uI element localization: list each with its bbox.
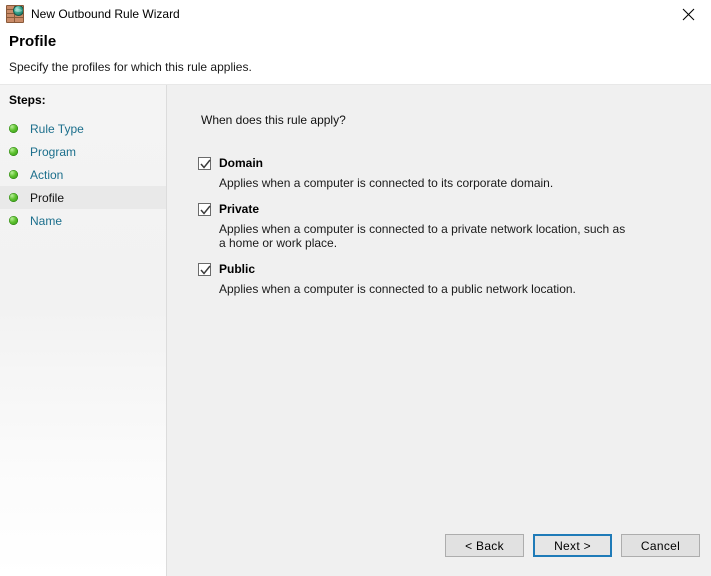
checkmark-icon (200, 205, 211, 215)
option-domain: Domain Applies when a computer is connec… (198, 156, 693, 190)
step-bullet-icon (9, 147, 18, 156)
option-public: Public Applies when a computer is connec… (198, 262, 693, 296)
back-button[interactable]: < Back (445, 534, 524, 557)
option-private-row[interactable]: Private (198, 202, 693, 217)
sidebar-item-program[interactable]: Program (0, 140, 166, 163)
domain-checkbox[interactable] (198, 157, 211, 170)
sidebar-item-label: Rule Type (30, 121, 84, 136)
option-public-row[interactable]: Public (198, 262, 693, 277)
question-text: When does this rule apply? (201, 113, 346, 127)
steps-sidebar: Steps: Rule Type Program Action Profile … (0, 85, 167, 576)
sidebar-item-label: Profile (30, 190, 65, 205)
next-button[interactable]: Next > (533, 534, 612, 557)
public-checkbox[interactable] (198, 263, 211, 276)
option-private: Private Applies when a computer is conne… (198, 202, 693, 250)
sidebar-item-profile[interactable]: Profile (0, 186, 166, 209)
sidebar-item-label: Action (30, 167, 64, 182)
option-label: Private (219, 202, 260, 216)
step-bullet-icon (9, 170, 18, 179)
checkmark-icon (200, 159, 211, 169)
page-header: Profile Specify the profiles for which t… (0, 28, 711, 85)
window-title: New Outbound Rule Wizard (31, 7, 180, 21)
cancel-button[interactable]: Cancel (621, 534, 700, 557)
option-description: Applies when a computer is connected to … (219, 222, 626, 250)
option-description: Applies when a computer is connected to … (219, 176, 554, 190)
step-bullet-icon (9, 216, 18, 225)
wizard-window: New Outbound Rule Wizard Profile Specify… (0, 0, 711, 576)
title-bar: New Outbound Rule Wizard (0, 0, 711, 28)
option-domain-row[interactable]: Domain (198, 156, 693, 171)
page-title: Profile (9, 33, 57, 50)
step-bullet-icon (9, 124, 18, 133)
sidebar-item-rule-type[interactable]: Rule Type (0, 117, 166, 140)
close-icon (682, 8, 694, 20)
checkmark-icon (200, 265, 211, 275)
sidebar-item-name[interactable]: Name (0, 209, 166, 232)
globe-icon (13, 6, 23, 16)
option-label: Domain (219, 156, 264, 170)
sidebar-item-label: Program (30, 144, 77, 159)
wizard-footer: < Back Next > Cancel (445, 534, 700, 557)
sidebar-item-label: Name (30, 213, 63, 228)
firewall-globe-icon (6, 5, 24, 23)
private-checkbox[interactable] (198, 203, 211, 216)
step-bullet-icon (9, 193, 18, 202)
sidebar-item-action[interactable]: Action (0, 163, 166, 186)
wizard-body: Steps: Rule Type Program Action Profile … (0, 85, 711, 576)
profile-options-group: Domain Applies when a computer is connec… (198, 156, 693, 296)
option-description: Applies when a computer is connected to … (219, 282, 576, 296)
option-label: Public (219, 262, 256, 276)
close-button[interactable] (665, 0, 711, 28)
main-content: When does this rule apply? Domain Applie… (167, 85, 711, 576)
steps-heading: Steps: (9, 93, 46, 107)
page-subtitle: Specify the profiles for which this rule… (9, 60, 252, 74)
